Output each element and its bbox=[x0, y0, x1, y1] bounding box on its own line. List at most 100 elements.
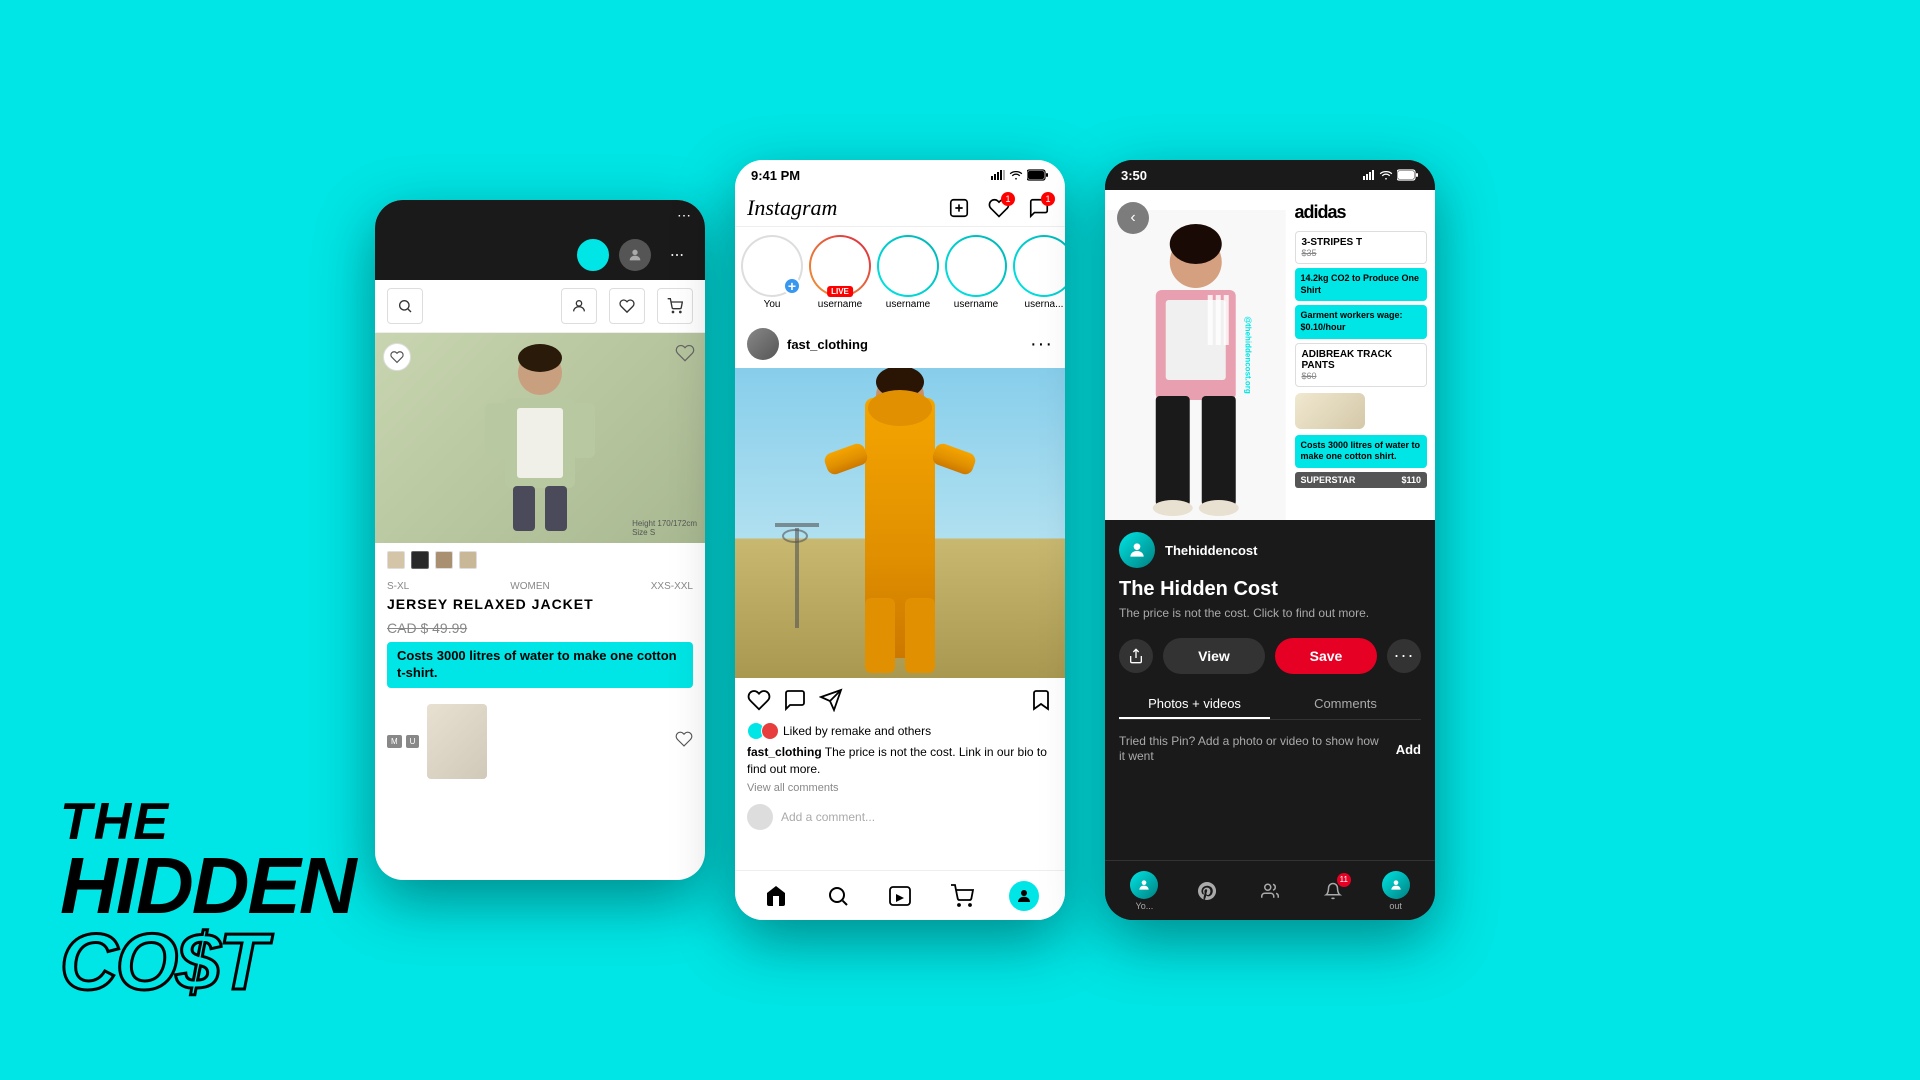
swatch-brown[interactable] bbox=[435, 551, 453, 569]
post-actions bbox=[735, 678, 1065, 722]
product-tag-2: ADIBREAK TRACK PANTS $60 bbox=[1295, 343, 1428, 387]
story-you[interactable]: + You bbox=[743, 237, 801, 310]
post-photo bbox=[735, 368, 1065, 678]
commenter-avatar bbox=[747, 804, 773, 830]
share-btn[interactable] bbox=[819, 688, 843, 718]
product-1-name: 3-STRIPES T bbox=[1302, 237, 1421, 248]
brand-badges: M U bbox=[387, 735, 419, 748]
more-icon[interactable] bbox=[661, 239, 693, 271]
product-info: S-XL WOMEN XXS-XXL JERSEY RELAXED JACKET… bbox=[375, 577, 705, 696]
bar-item-bell[interactable]: 11 bbox=[1313, 877, 1353, 905]
profile-button[interactable] bbox=[561, 288, 597, 324]
original-price: CAD $ 49.99 bbox=[387, 620, 693, 636]
product-meta: S-XL WOMEN XXS-XXL bbox=[387, 581, 693, 592]
refresh-icon[interactable] bbox=[577, 239, 609, 271]
ig-status-bar: 9:41 PM bbox=[735, 160, 1065, 190]
post-user: fast_clothing bbox=[747, 328, 868, 360]
bottom-product: M U bbox=[375, 704, 705, 779]
add-post-btn[interactable] bbox=[945, 194, 973, 222]
post-likes: Liked by remake and others bbox=[735, 722, 1065, 744]
profile-icon[interactable] bbox=[619, 239, 651, 271]
shoe-image bbox=[1295, 393, 1365, 429]
wish-icon[interactable] bbox=[675, 343, 695, 369]
story-3[interactable]: username bbox=[947, 237, 1005, 310]
bottom-wish-icon[interactable] bbox=[675, 730, 693, 753]
status-dots: ⋯ bbox=[677, 207, 693, 224]
cart-button[interactable] bbox=[657, 288, 693, 324]
more-options-btn[interactable]: ··· bbox=[1387, 639, 1421, 673]
back-btn[interactable]: ‹ bbox=[1117, 202, 1149, 234]
side-wish-btn[interactable] bbox=[383, 343, 411, 371]
pin-time: 3:50 bbox=[1121, 168, 1147, 183]
pin-bottom-bar: Yo... 11 out bbox=[1105, 860, 1435, 920]
product-2-name: ADIBREAK TRACK PANTS bbox=[1302, 349, 1421, 371]
ig-reels-btn[interactable] bbox=[885, 881, 915, 911]
comments-prompt: Tried this Pin? Add a photo or video to … bbox=[1119, 734, 1388, 765]
pin-details: Thehiddencost The Hidden Cost The price … bbox=[1105, 520, 1435, 777]
like-btn[interactable] bbox=[747, 688, 771, 718]
product-2-price: $60 bbox=[1302, 371, 1421, 381]
pin-status-icons bbox=[1363, 169, 1419, 181]
side-icons bbox=[383, 343, 411, 371]
ig-home-btn[interactable] bbox=[761, 881, 791, 911]
badge-2: U bbox=[406, 735, 420, 748]
post-username: fast_clothing bbox=[787, 337, 868, 352]
story-avatar-you: + bbox=[743, 237, 801, 295]
tab-photos-videos[interactable]: Photos + videos bbox=[1119, 690, 1270, 719]
superstar-price: $110 bbox=[1401, 475, 1421, 485]
notif-badge: 11 bbox=[1337, 873, 1351, 887]
story-name-you: You bbox=[764, 299, 781, 310]
swatch-light[interactable] bbox=[459, 551, 477, 569]
wifi-icon-pin bbox=[1379, 170, 1393, 180]
likes-btn[interactable]: 1 bbox=[985, 194, 1013, 222]
superstar-tag: SUPERSTAR $110 bbox=[1295, 472, 1428, 488]
price-section: CAD $ 49.99 bbox=[387, 620, 693, 636]
story-4[interactable]: userna... bbox=[1015, 237, 1065, 310]
ig-search-btn[interactable] bbox=[823, 881, 853, 911]
messages-btn[interactable]: 1 bbox=[1025, 194, 1053, 222]
tab-comments[interactable]: Comments bbox=[1270, 690, 1421, 719]
handle-text: @thehiddencost.org bbox=[1243, 316, 1252, 394]
pin-share-btn[interactable] bbox=[1119, 639, 1153, 673]
like-avatars bbox=[747, 722, 779, 740]
signal-icon-pin bbox=[1363, 170, 1375, 180]
stories-row: + You LIVE username username bbox=[735, 227, 1065, 320]
add-text[interactable]: Add bbox=[1396, 742, 1421, 757]
top-nav bbox=[375, 230, 705, 280]
pin-status-bar: 3:50 bbox=[1105, 160, 1435, 190]
view-btn[interactable]: View bbox=[1163, 638, 1265, 674]
pin-user-row: Thehiddencost bbox=[1119, 532, 1421, 568]
post-more-icon[interactable]: ··· bbox=[1030, 333, 1053, 356]
worker-tag: Garment workers wage: $0.10/hour bbox=[1295, 305, 1428, 338]
co2-tag: 14.2kg CO2 to Produce One Shirt bbox=[1295, 268, 1428, 301]
post-image bbox=[735, 368, 1065, 678]
phone-pinterest: 3:50 ‹ @thehiddencos bbox=[1105, 160, 1435, 920]
story-live[interactable]: LIVE username bbox=[811, 237, 869, 310]
likes-text: Liked by remake and others bbox=[783, 724, 931, 738]
search-bar bbox=[375, 280, 705, 333]
add-story-btn[interactable]: + bbox=[783, 277, 801, 295]
comment-input[interactable]: Add a comment... bbox=[781, 810, 1053, 824]
save-post-btn[interactable] bbox=[1029, 688, 1053, 718]
bar-item-people[interactable] bbox=[1250, 877, 1290, 905]
comment-btn[interactable] bbox=[783, 688, 807, 718]
wishlist-button[interactable] bbox=[609, 288, 645, 324]
ig-profile-btn[interactable] bbox=[1009, 881, 1039, 911]
bar-item-pinterest[interactable] bbox=[1187, 877, 1227, 905]
bar-item-logo[interactable]: out bbox=[1376, 871, 1416, 911]
model-figure bbox=[485, 338, 595, 538]
cost-callout: Costs 3000 litres of water to make one c… bbox=[387, 642, 693, 688]
save-btn[interactable]: Save bbox=[1275, 638, 1377, 674]
bar-item-user[interactable]: Yo... bbox=[1124, 871, 1164, 911]
swatch-black[interactable] bbox=[411, 551, 429, 569]
view-comments[interactable]: View all comments bbox=[735, 782, 1065, 798]
like-dot-2 bbox=[761, 722, 779, 740]
add-comment-row: Add a comment... bbox=[735, 798, 1065, 836]
story-2[interactable]: username bbox=[879, 237, 937, 310]
ig-shop-btn[interactable] bbox=[947, 881, 977, 911]
swatch-tan[interactable] bbox=[387, 551, 405, 569]
product-image: Height 170/172cmSize S bbox=[375, 333, 705, 543]
size-range-right: XXS-XXL bbox=[651, 581, 693, 592]
search-button[interactable] bbox=[387, 288, 423, 324]
battery-icon-pin bbox=[1397, 169, 1419, 181]
